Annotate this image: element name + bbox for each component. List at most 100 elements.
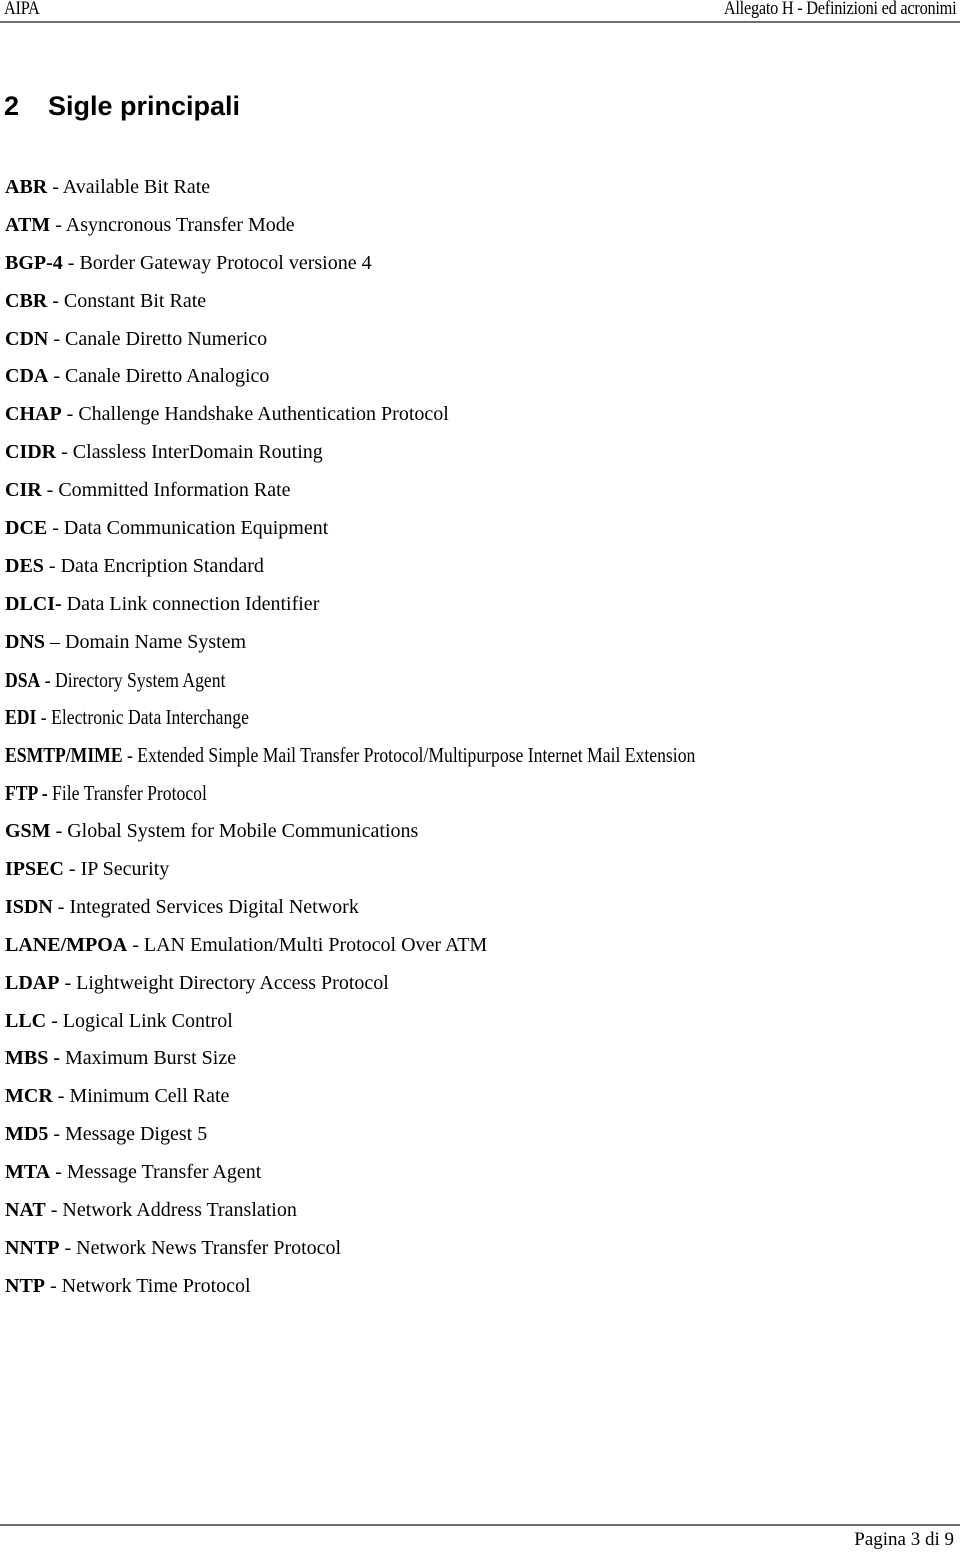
acronym-separator: - [63,858,81,881]
acronym-item: CDN - Canale Diretto Numerico [5,325,827,363]
acronym-separator: - [48,327,66,350]
acronym-separator: - [47,517,64,540]
acronym-abbr: DSA [5,667,41,692]
acronym-abbr: ATM [5,213,51,236]
section-number: 2 [4,91,20,121]
acronym-item: MCR - Minimum Cell Rate [5,1082,827,1120]
acronym-separator: - [56,441,73,464]
acronym-separator: - [50,820,68,843]
acronym-separator: - [62,251,80,274]
acronym-item: FTP - File Transfer Protocol [5,779,695,817]
acronym-definition: Challenge Handshake Authentication Proto… [78,403,449,426]
acronym-separator: - [45,1274,62,1297]
acronym-abbr: LDAP [5,971,60,994]
acronym-item: MBS - Maximum Burst Size [5,1044,827,1082]
acronym-abbr: DLCI- [5,592,62,615]
acronym-item: BGP-4 - Border Gateway Protocol versione… [5,249,827,287]
page-number: Pagina 3 di 9 [854,1529,954,1550]
acronym-definition: Committed Information Rate [58,479,291,502]
acronym-separator: - [48,1123,65,1146]
acronym-definition: Constant Bit Rate [63,289,207,312]
acronym-abbr: GSM [5,820,51,843]
acronym-item: MD5 - Message Digest 5 [5,1120,827,1158]
acronym-item: CBR - Constant Bit Rate [5,287,827,325]
acronym-item: MTA - Message Transfer Agent [5,1158,827,1196]
acronym-abbr: NNTP [5,1236,60,1259]
acronym-separator: - [45,1199,63,1222]
acronym-abbr: CIR [5,479,42,502]
acronym-item: EDI - Electronic Data Interchange [5,703,695,741]
acronym-separator: - [61,403,79,426]
acronym-item: GSM - Global System for Mobile Communica… [5,817,827,855]
acronym-separator: - [41,479,59,502]
acronym-abbr: ISDN [5,895,53,918]
acronym-item: DCE - Data Communication Equipment [5,514,827,552]
header-document-title: Allegato H - Definizioni ed acronimi [723,0,956,19]
acronym-abbr: CDA [5,365,49,388]
section-title: Sigle principali [48,91,241,121]
acronym-abbr: IPSEC [5,858,64,881]
acronym-list: ABR - Available Bit Rate ATM - Asyncrono… [5,173,827,1310]
acronym-abbr: DES [5,554,44,577]
acronym-item: DES - Data Encription Standard [5,552,827,590]
acronym-definition: File Transfer Protocol [52,781,207,806]
acronym-item: ABR - Available Bit Rate [5,173,827,211]
acronym-definition: Canale Diretto Numerico [65,327,268,350]
acronym-item: LANE/MPOA - LAN Emulation/Multi Protocol… [5,931,827,969]
acronym-abbr: CDN [5,327,49,350]
acronym-separator: - [122,743,138,768]
acronym-separator: - [48,365,66,388]
acronym-item: DNS – Domain Name System [5,628,827,666]
acronym-separator: - [43,554,61,577]
acronym-abbr: MBS - [5,1047,60,1070]
header-organization: AIPA [4,0,40,19]
acronym-separator: - [59,1236,77,1259]
acronym-definition: Electronic Data Interchange [51,705,249,730]
acronym-item: IPSEC - IP Security [5,855,827,893]
acronym-definition: Maximum Burst Size [65,1047,237,1070]
acronym-definition: Extended Simple Mail Transfer Protocol/M… [137,743,696,768]
acronym-item: NTP - Network Time Protocol [5,1272,827,1310]
acronym-separator: - [47,176,63,198]
acronym-definition: Domain Name System [65,630,247,653]
acronym-abbr: MTA [5,1161,51,1184]
acronym-item: LLC - Logical Link Control [5,1007,827,1045]
acronym-definition: Canale Diretto Analogico [65,365,270,388]
acronym-definition: Message Transfer Agent [66,1161,262,1184]
acronym-abbr: CIDR [5,441,57,464]
acronym-definition: Global System for Mobile Communications [67,820,419,843]
acronym-definition: Data Link connection Identifier [66,592,320,615]
acronym-abbr: LANE/MPOA [5,933,128,956]
acronym-abbr: MD5 [5,1123,49,1146]
acronym-item: LDAP - Lightweight Directory Access Prot… [5,969,827,1007]
acronym-separator: - [50,1161,67,1184]
acronym-definition: Data Encription Standard [60,554,264,577]
acronym-separator: - [47,289,64,312]
acronym-definition: Minimum Cell Rate [69,1085,230,1108]
acronym-separator: - [46,1009,63,1032]
acronym-item: ESMTP/MIME - Extended Simple Mail Transf… [5,741,695,779]
acronym-definition: LAN Emulation/Multi Protocol Over ATM [143,933,488,956]
acronym-separator: - [36,705,52,730]
acronym-definition: Network News Transfer Protocol [76,1236,342,1259]
acronym-definition: Network Time Protocol [61,1274,251,1297]
acronym-abbr: ESMTP/MIME [5,743,123,768]
page-header: AIPA Allegato H - Definizioni ed acronim… [0,0,960,24]
acronym-abbr: NAT [5,1199,46,1222]
acronym-separator: – [45,630,66,653]
acronym-item: NAT - Network Address Translation [5,1196,827,1234]
acronym-definition: Data Communication Equipment [63,517,329,540]
acronym-definition: Integrated Services Digital Network [69,895,359,918]
acronym-abbr: DNS [5,630,46,653]
acronym-abbr: EDI [5,705,37,730]
acronym-definition: IP Security [80,858,170,881]
acronym-abbr: ABR [5,176,48,198]
acronym-item: DSA - Directory System Agent [5,666,695,704]
acronym-abbr: MCR [5,1085,53,1108]
acronym-abbr: NTP [5,1274,45,1297]
header-divider [0,21,960,23]
acronym-abbr: BGP-4 [5,251,63,274]
acronym-separator: - [52,895,70,918]
acronym-item: ATM - Asyncronous Transfer Mode [5,211,827,249]
acronym-definition: Asyncronous Transfer Mode [65,213,295,236]
